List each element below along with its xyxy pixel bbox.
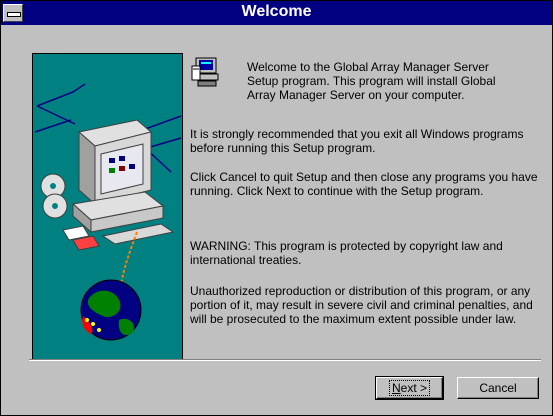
penalties-text: Unauthorized reproduction or distributio… bbox=[190, 284, 533, 326]
next-button[interactable]: Next > bbox=[375, 376, 444, 400]
setup-computer-icon-svg bbox=[191, 57, 219, 87]
intro-text: Welcome to the Global Array Manager Serv… bbox=[247, 60, 496, 102]
setup-window: Welcome Welcome to the Global Array Mana… bbox=[0, 0, 553, 416]
next-button-focus: Next > bbox=[388, 380, 431, 396]
computer-globe-illustration bbox=[32, 53, 183, 361]
recommendation-text: It is strongly recommended that you exit… bbox=[190, 127, 524, 155]
separator-highlight bbox=[29, 360, 541, 361]
illustration-svg bbox=[33, 54, 182, 360]
window-title: Welcome bbox=[241, 3, 312, 20]
warning-text: WARNING: This program is protected by co… bbox=[190, 239, 503, 267]
title-bar: Welcome bbox=[1, 1, 552, 25]
setup-computer-icon bbox=[190, 56, 222, 88]
instructions-text: Click Cancel to quit Setup and then clos… bbox=[190, 170, 538, 198]
next-mnemonic: N bbox=[391, 381, 401, 395]
next-label: ext > bbox=[400, 381, 428, 395]
dialog-body: Welcome to the Global Array Manager Serv… bbox=[1, 25, 552, 415]
cancel-button[interactable]: Cancel bbox=[457, 377, 539, 399]
